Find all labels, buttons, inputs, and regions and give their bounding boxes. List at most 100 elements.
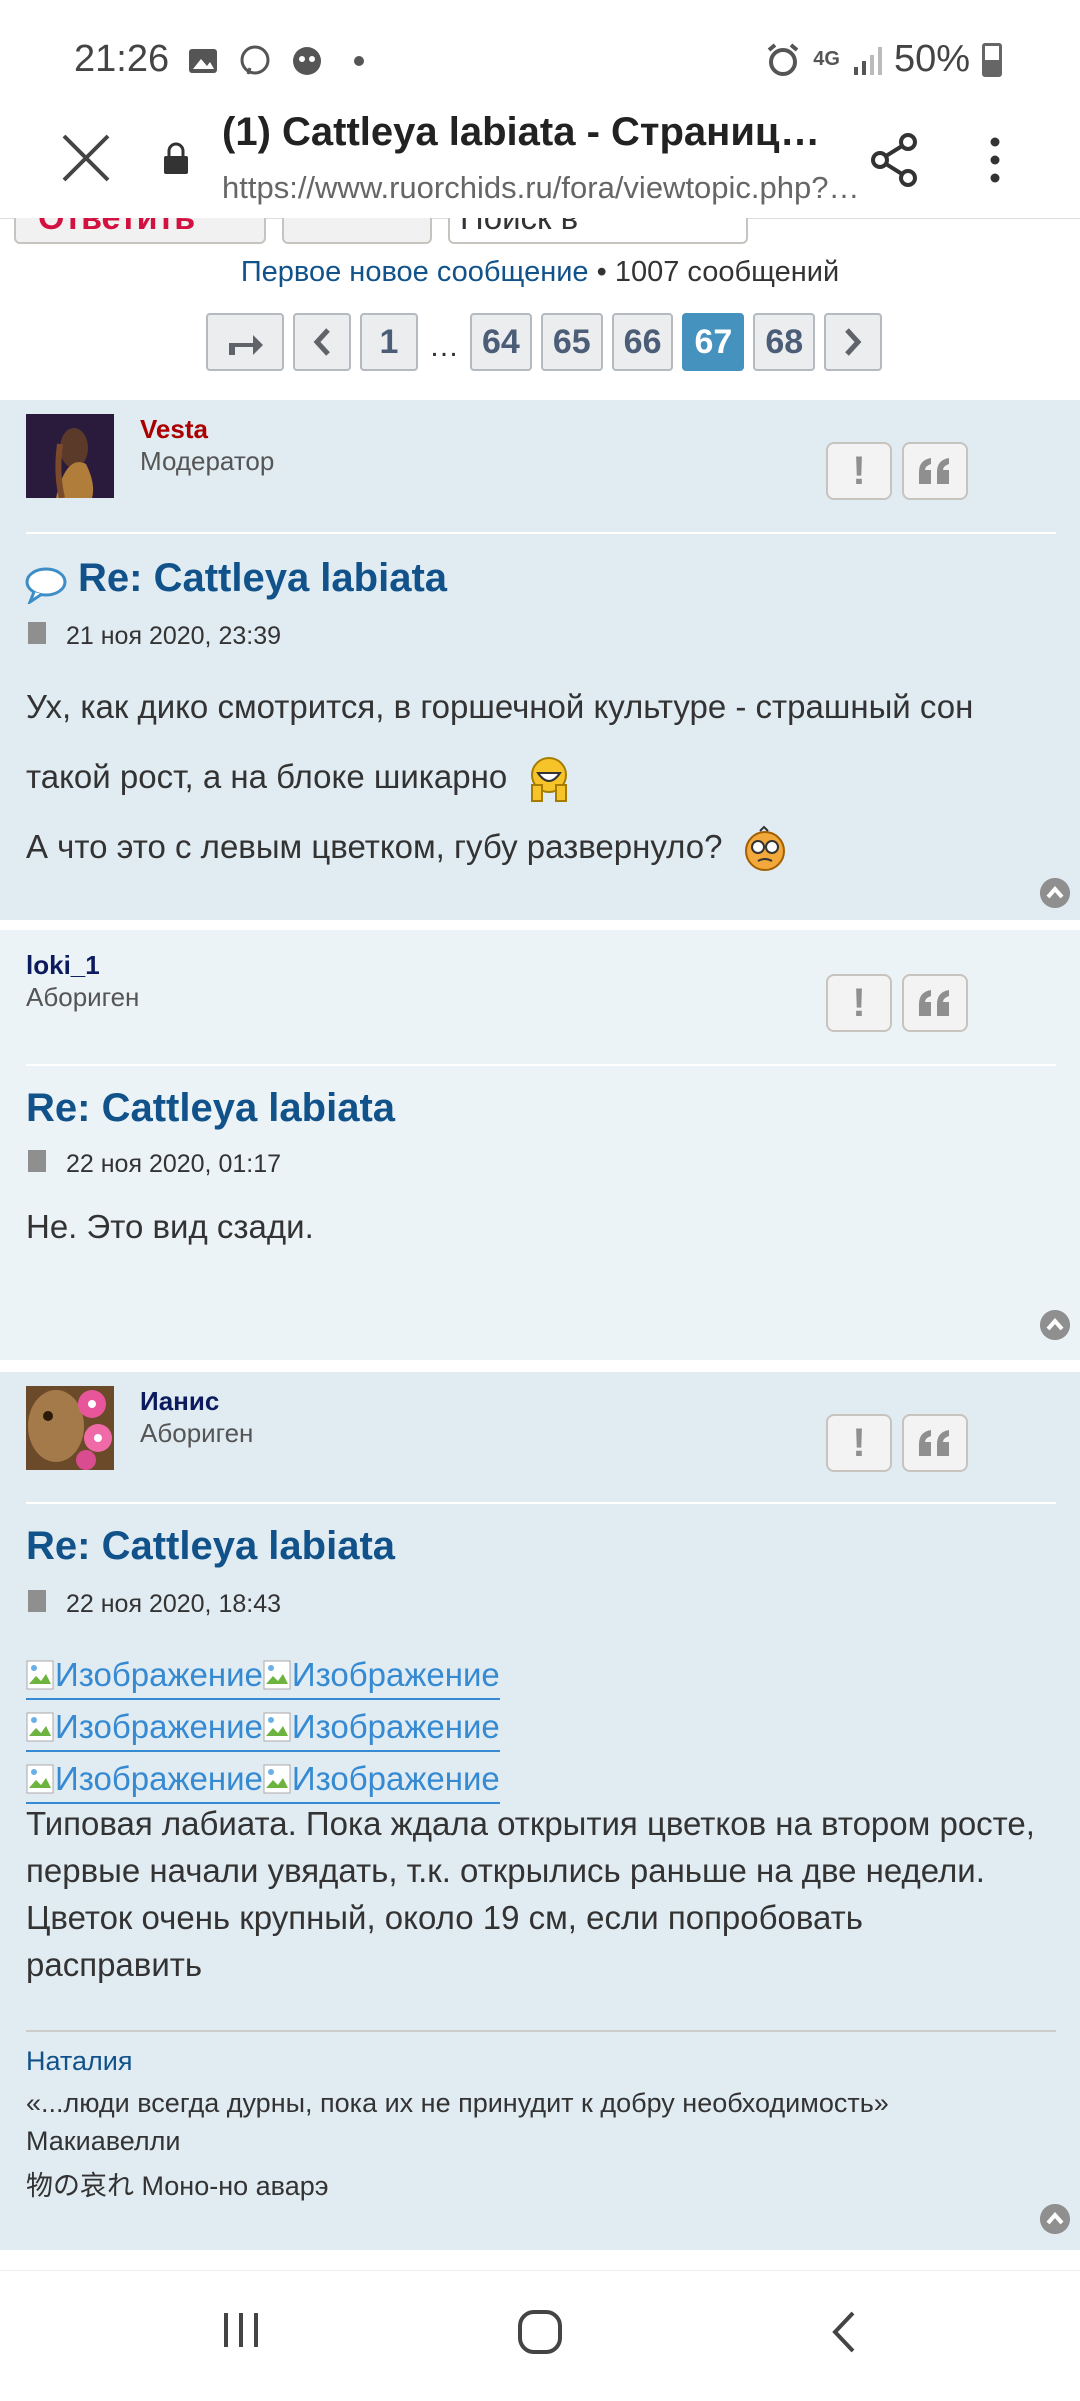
- post-content: Типовая лабиата. Пока ждала открытия цве…: [26, 1805, 1035, 1983]
- page-66-link[interactable]: 66: [611, 313, 674, 371]
- post-divider: [26, 532, 1056, 534]
- status-right: 4G 50%: [765, 38, 1002, 81]
- back-to-top-icon[interactable]: [1040, 2204, 1070, 2234]
- more-options-icon[interactable]: [975, 130, 1015, 190]
- broken-image-icon: [26, 1660, 54, 1690]
- topic-toolbar: Ответить Поиск в: [0, 218, 1080, 248]
- topic-search-input[interactable]: Поиск в: [448, 218, 748, 244]
- post-title[interactable]: Re: Cattleya labiata: [26, 1086, 395, 1131]
- post-date: 21 ноя 2020, 23:39: [66, 622, 282, 650]
- signature-name: Наталия: [26, 2046, 133, 2076]
- broken-image-icon: [263, 1764, 291, 1794]
- exclamation-icon: !: [852, 448, 866, 493]
- post-image-link[interactable]: Изображение: [262, 1704, 500, 1752]
- post-author[interactable]: Vesta: [140, 414, 208, 445]
- quote-button[interactable]: [902, 974, 968, 1032]
- page-url[interactable]: https://www.ruorchids.ru/fora/viewtopic.…: [222, 170, 862, 206]
- signal-icon: [853, 46, 882, 75]
- quote-icon: [919, 458, 949, 484]
- page-1-link[interactable]: 1: [360, 313, 418, 371]
- recent-apps-icon[interactable]: [218, 2307, 264, 2353]
- post-file-icon[interactable]: [28, 622, 46, 644]
- author-rank: Абориген: [140, 1418, 254, 1448]
- avatar[interactable]: [26, 1386, 114, 1470]
- share-icon[interactable]: [866, 130, 922, 190]
- author-rank: Абориген: [26, 982, 140, 1012]
- home-icon[interactable]: [515, 2307, 565, 2357]
- confused-smiley-icon: [744, 825, 785, 872]
- system-nav-bar: [0, 2270, 1080, 2401]
- pagination: 1 … 64 65 66 67 68: [206, 312, 883, 372]
- author-rank: Модератор: [140, 446, 275, 476]
- post-divider: [26, 1502, 1056, 1504]
- post-title[interactable]: Re: Cattleya labiata: [78, 556, 447, 601]
- back-to-top-icon[interactable]: [1040, 1310, 1070, 1340]
- image-alt-text: Изображение: [291, 1656, 500, 1693]
- notification-icons: [186, 44, 376, 78]
- broken-image-icon: [263, 1712, 291, 1742]
- post-text-line: Ух, как дико смотрится, в горшечной куль…: [26, 688, 974, 725]
- back-icon[interactable]: [825, 2307, 865, 2357]
- status-time: 21:26: [74, 38, 170, 80]
- topic-info: Первое новое сообщение • 1007 сообщений: [0, 256, 1080, 289]
- post-text-line-wrap: такой рост, а на блоке шикарно: [26, 742, 1046, 812]
- report-button[interactable]: !: [826, 974, 892, 1032]
- signature-quote: «...люди всегда дурны, пока их не принуд…: [26, 2088, 889, 2118]
- next-page-button[interactable]: [824, 313, 883, 371]
- page-68-link[interactable]: 68: [753, 313, 816, 371]
- post-image-link[interactable]: Изображение: [26, 1704, 263, 1752]
- post-text-line-wrap: А что это с левым цветком, губу разверну…: [26, 812, 1046, 882]
- quote-button[interactable]: [902, 442, 968, 500]
- post: loki_1 Абориген ! Re: Cattleya labiata 2…: [0, 930, 1080, 1360]
- lock-icon[interactable]: [162, 142, 190, 176]
- jump-arrow-icon: [229, 335, 263, 355]
- report-button[interactable]: !: [826, 1414, 892, 1472]
- image-alt-text: Изображение: [55, 1656, 263, 1693]
- quote-icon: [919, 1430, 949, 1456]
- battery-icon: [982, 42, 1002, 77]
- post-divider: [26, 1064, 1056, 1066]
- image-alt-text: Изображение: [55, 1760, 263, 1797]
- speech-bubble-icon: [25, 567, 67, 604]
- page-title: (1) Cattleya labiata - Страница 6…: [222, 110, 842, 154]
- signature-phrase: 物の哀れ Моно-но аварэ: [26, 2171, 329, 2201]
- jump-to-page-button[interactable]: [206, 313, 284, 371]
- signature-divider: [26, 2030, 1056, 2032]
- chevron-right-icon: [845, 328, 862, 356]
- status-bar: 21:26 4G 50%: [0, 0, 1080, 110]
- image-row: Изображение Изображение: [26, 1754, 500, 1806]
- first-new-message-link[interactable]: Первое новое сообщение: [241, 256, 589, 288]
- post-file-icon[interactable]: [28, 1590, 46, 1612]
- broken-image-icon: [263, 1660, 291, 1690]
- post-file-icon[interactable]: [28, 1150, 46, 1172]
- post-separator: [0, 2250, 1080, 2260]
- image-icon: [189, 49, 217, 73]
- quote-button[interactable]: [902, 1414, 968, 1472]
- post-author[interactable]: loki_1: [26, 950, 100, 981]
- post-image-link[interactable]: Изображение: [26, 1652, 263, 1700]
- topic-tools-button[interactable]: [282, 218, 432, 244]
- back-to-top-icon[interactable]: [1040, 878, 1070, 908]
- avatar[interactable]: [26, 414, 114, 498]
- reply-button[interactable]: Ответить: [14, 218, 266, 244]
- laughing-smiley-icon: [531, 757, 568, 803]
- battery-percent: 50%: [893, 38, 970, 80]
- post-content: Ух, как дико смотрится, в горшечной куль…: [26, 672, 1046, 882]
- post-title[interactable]: Re: Cattleya labiata: [26, 1524, 395, 1569]
- exclamation-icon: !: [852, 1420, 866, 1465]
- pagination-ellipsis: …: [429, 330, 459, 363]
- post-image-link[interactable]: Изображение: [262, 1756, 500, 1804]
- page-65-link[interactable]: 65: [540, 313, 603, 371]
- post-image-grid: Изображение Изображение Изображение Изоб…: [26, 1650, 500, 1806]
- post-image-link[interactable]: Изображение: [26, 1756, 263, 1804]
- post-image-link[interactable]: Изображение: [262, 1652, 500, 1700]
- previous-page-button[interactable]: [293, 313, 351, 371]
- report-button[interactable]: !: [826, 442, 892, 500]
- post-author[interactable]: Ианис: [140, 1386, 219, 1417]
- post: Vesta Модератор ! Re: Cattleya labiata 2…: [0, 400, 1080, 920]
- post-text-line: А что это с левым цветком, губу разверну…: [26, 828, 723, 865]
- network-type: 4G: [813, 48, 840, 70]
- close-icon[interactable]: [58, 130, 114, 186]
- image-alt-text: Изображение: [55, 1708, 263, 1745]
- page-64-link[interactable]: 64: [470, 313, 532, 371]
